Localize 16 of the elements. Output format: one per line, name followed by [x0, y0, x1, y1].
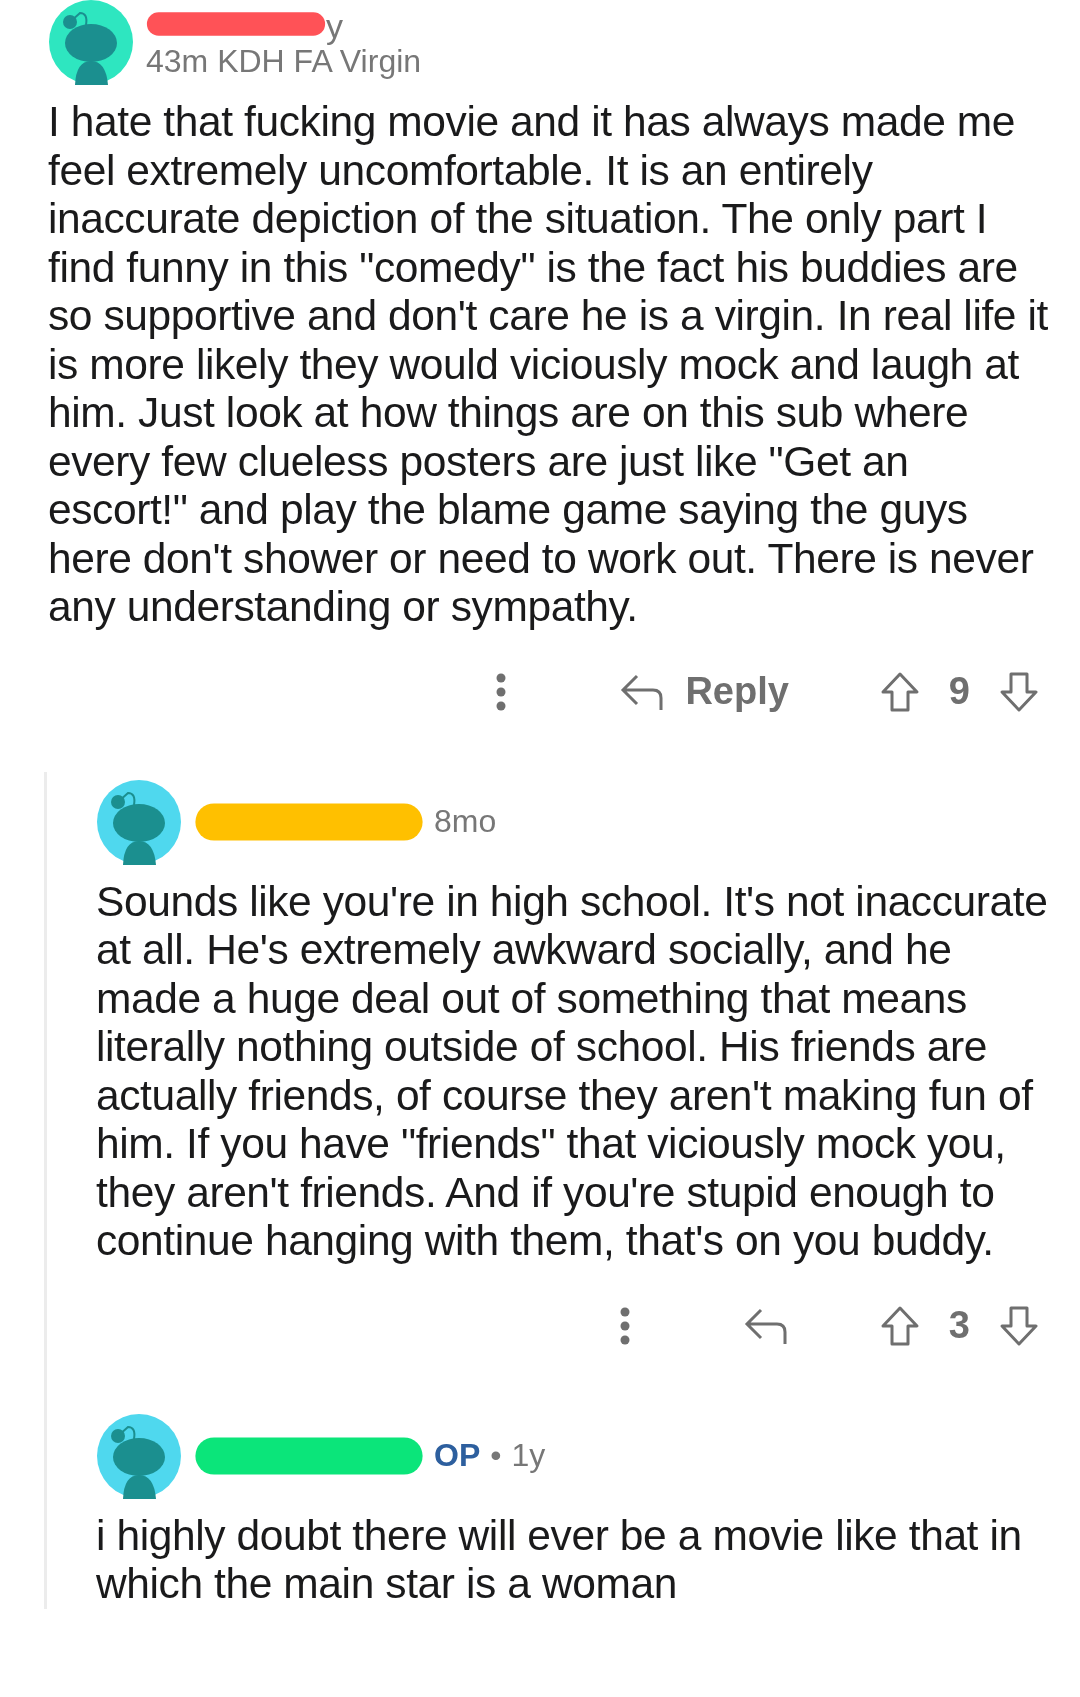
avatar[interactable] — [96, 1412, 182, 1499]
username[interactable]: y — [326, 8, 343, 43]
timestamp: 8mo — [434, 803, 497, 840]
vote-count: 3 — [948, 1304, 970, 1347]
timestamp: 1y — [511, 1437, 546, 1474]
separator-dot: • — [490, 1437, 502, 1474]
avatar[interactable] — [48, 0, 134, 85]
comment-text: i highly doubt there will ever be a movie like that in which the main star is a woman — [96, 1511, 1023, 1609]
op-tag: OP — [434, 1437, 481, 1474]
avatar[interactable] — [96, 778, 182, 865]
reply-button[interactable]: Reply — [619, 670, 879, 713]
comment-text: I hate that fucking movie and it has always made me feel extremely uncomfortable. It is an entirely inaccurate depiction of the situation. The only part I find funny in this "comedy" is the fact his buddies are so supportive and don't care he is a virgin. In real life it is more likely they would viciously mock and laugh at him. Just look at how things are on this sub where every few clueless posters are just like "Get an escort!" and play the blame game saying the guys here don't shower or need to work out. There is never any understanding or sympathy. — [48, 98, 1049, 632]
vote-count: 9 — [948, 670, 970, 713]
more-options-icon[interactable] — [618, 1305, 631, 1346]
more-options-icon[interactable] — [495, 671, 508, 712]
comment-text: Sounds like you're in high school. It's not inaccurate at all. He's extremely awkward socially, and he made a huge deal out of something that means literally nothing outside of school. His friends are actually friends, of course they aren't making fun of him. If you have "friends" that viciously mock you, they aren't friends. And if you're stupid enough to continue hanging with them, that's on you buddy. — [96, 877, 1049, 1266]
